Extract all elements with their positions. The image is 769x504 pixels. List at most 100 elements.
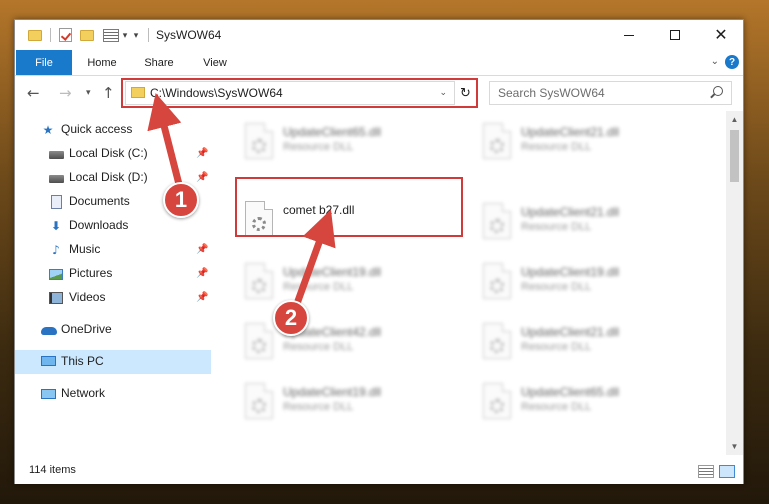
- new-folder-icon[interactable]: [78, 26, 96, 44]
- title-separator: [146, 26, 150, 44]
- tab-share[interactable]: Share: [133, 50, 185, 75]
- dll-file-icon: [483, 203, 511, 239]
- nav-item-network[interactable]: Network: [15, 382, 211, 406]
- dll-file-icon: [483, 323, 511, 359]
- properties-check-icon[interactable]: [56, 26, 74, 44]
- search-placeholder: Search SysWOW64: [498, 86, 605, 100]
- documents-icon: [51, 195, 62, 209]
- dll-file-icon: [245, 263, 273, 299]
- minimize-button[interactable]: [606, 20, 652, 50]
- scroll-thumb[interactable]: [730, 130, 739, 182]
- address-dropdown-icon[interactable]: ⌄: [439, 87, 447, 98]
- music-icon: ♪: [52, 242, 60, 257]
- address-bar[interactable]: C:\Windows\SysWOW64 ⌄: [125, 81, 476, 105]
- pin-icon[interactable]: 📌: [196, 172, 208, 183]
- file-name: UpdateClient65.dll: [283, 125, 382, 139]
- scroll-down-icon[interactable]: ▼: [726, 438, 743, 455]
- file-item[interactable]: UpdateClient21.dll Resource DLL: [473, 319, 683, 367]
- nav-label: Downloads: [69, 218, 129, 232]
- drive-icon: [49, 175, 64, 183]
- nav-label: Videos: [69, 290, 106, 304]
- explorer-window: ▾ ▾ SysWOW64 ✕ File Home Share View ⌄ ? …: [14, 19, 744, 484]
- expand-ribbon-icon[interactable]: ⌄: [711, 56, 719, 67]
- address-path[interactable]: C:\Windows\SysWOW64: [150, 86, 283, 100]
- vertical-scrollbar[interactable]: ▲ ▼: [726, 111, 743, 455]
- nav-label: Music: [69, 242, 101, 256]
- file-type: Resource DLL: [521, 221, 592, 233]
- minimize-icon: [624, 34, 634, 36]
- file-name: comet b27.dll: [283, 203, 355, 217]
- nav-item-local-disk-c[interactable]: Local Disk (C:) 📌: [15, 142, 211, 166]
- view-options-icon[interactable]: [101, 26, 121, 44]
- nav-label: Quick access: [61, 122, 133, 136]
- file-name: UpdateClient19.dll: [521, 265, 620, 279]
- nav-item-music[interactable]: ♪ Music 📌: [15, 238, 211, 262]
- nav-label: Pictures: [69, 266, 113, 280]
- refresh-icon: ↻: [460, 85, 471, 100]
- pin-icon[interactable]: 📌: [196, 244, 208, 255]
- file-type: Resource DLL: [283, 341, 354, 353]
- file-type: Resource DLL: [521, 401, 592, 413]
- dll-file-icon: [483, 123, 511, 159]
- tab-home[interactable]: Home: [76, 50, 128, 75]
- forward-arrow-icon[interactable]: →: [59, 84, 72, 102]
- file-type: Resource DLL: [283, 401, 354, 413]
- nav-item-this-pc[interactable]: This PC: [15, 350, 211, 374]
- star-icon: ★: [42, 122, 54, 137]
- dll-file-icon: [245, 201, 273, 237]
- file-item[interactable]: UpdateClient21.dll Resource DLL: [473, 199, 683, 247]
- file-item[interactable]: UpdateClient65.dll Resource DLL: [473, 379, 683, 427]
- nav-item-pictures[interactable]: Pictures 📌: [15, 262, 211, 286]
- file-name: UpdateClient19.dll: [283, 385, 382, 399]
- refresh-button[interactable]: ↻: [454, 81, 476, 105]
- title-bar: ▾ ▾ SysWOW64 ✕: [15, 20, 743, 50]
- file-list: UpdateClient65.dll Resource DLL comet b2…: [211, 111, 726, 455]
- scroll-up-icon[interactable]: ▲: [726, 111, 743, 128]
- cloud-icon: [41, 327, 57, 335]
- back-arrow-icon[interactable]: ←: [27, 84, 40, 102]
- pin-icon[interactable]: 📌: [196, 292, 208, 303]
- large-icons-view-icon[interactable]: [719, 465, 735, 478]
- recent-locations-icon[interactable]: ▾: [86, 87, 91, 98]
- customize-toolbar-icon[interactable]: ▾: [131, 26, 141, 44]
- nav-label: Local Disk (D:): [69, 170, 148, 184]
- tab-view[interactable]: View: [190, 50, 240, 75]
- up-arrow-icon[interactable]: ↑: [102, 84, 115, 102]
- pictures-icon: [49, 269, 63, 280]
- search-input[interactable]: Search SysWOW64: [489, 81, 732, 105]
- nav-label: Network: [61, 386, 106, 400]
- tab-file[interactable]: File: [16, 50, 72, 75]
- pin-icon[interactable]: 📌: [196, 268, 208, 279]
- file-item[interactable]: UpdateClient21.dll Resource DLL: [473, 119, 683, 167]
- maximize-icon: [670, 30, 680, 40]
- details-view-icon[interactable]: [698, 465, 714, 478]
- drive-icon: [49, 151, 64, 159]
- quick-access-dropdown-icon[interactable]: ▾: [120, 26, 130, 44]
- nav-item-videos[interactable]: Videos 📌: [15, 286, 211, 310]
- maximize-button[interactable]: [652, 20, 698, 50]
- navigation-bar: ← → ▾ ↑ C:\Windows\SysWOW64 ⌄ ↻ Search S…: [15, 76, 743, 111]
- window-title: SysWOW64: [156, 28, 222, 42]
- step-2-badge: 2: [273, 300, 309, 336]
- search-icon[interactable]: [713, 86, 723, 96]
- dll-file-icon: [245, 323, 273, 359]
- file-item[interactable]: UpdateClient42.dll Resource DLL: [235, 319, 445, 367]
- ribbon-tabs: File Home Share View ⌄ ?: [15, 50, 743, 76]
- computer-icon: [41, 356, 56, 366]
- nav-label: Local Disk (C:): [69, 146, 148, 160]
- file-type: Resource DLL: [521, 341, 592, 353]
- help-icon[interactable]: ?: [725, 55, 739, 69]
- file-item[interactable]: UpdateClient65.dll Resource DLL: [235, 119, 445, 167]
- file-item[interactable]: UpdateClient19.dll Resource DLL: [473, 259, 683, 307]
- file-item-comet-b27[interactable]: comet b27.dll: [235, 197, 445, 245]
- nav-item-quick-access[interactable]: ★ Quick access: [15, 118, 211, 142]
- file-item[interactable]: UpdateClient19.dll Resource DLL: [235, 379, 445, 427]
- download-icon: ⬇: [50, 218, 62, 233]
- file-type: Resource DLL: [283, 281, 354, 293]
- close-button[interactable]: ✕: [698, 20, 744, 50]
- nav-item-onedrive[interactable]: OneDrive: [15, 318, 211, 342]
- file-item[interactable]: UpdateClient19.dll Resource DLL: [235, 259, 445, 307]
- pin-icon[interactable]: 📌: [196, 148, 208, 159]
- nav-label: Documents: [69, 194, 130, 208]
- step-1-badge: 1: [163, 182, 199, 218]
